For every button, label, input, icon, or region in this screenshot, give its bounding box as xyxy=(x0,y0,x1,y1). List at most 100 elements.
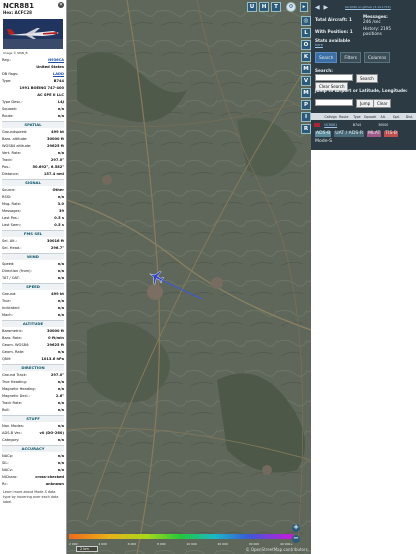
field-value: AC SPE II LLC xyxy=(37,93,64,97)
map-button-i[interactable]: I xyxy=(301,112,311,122)
altitude-legend-ticks: 2 000 4 000 6 000 8 000 10 000 20 000 30 000 40… xyxy=(69,542,293,546)
field-value: n/a xyxy=(57,408,64,412)
field-label: Baro. Rate: xyxy=(2,336,22,340)
map-button-m[interactable]: M xyxy=(301,64,311,74)
map-button-l[interactable]: L xyxy=(301,28,311,38)
field-label: Sel. Alt.: xyxy=(2,239,17,243)
altitude-tick: 40 000+ xyxy=(279,542,293,546)
field-value: 297.0° xyxy=(50,158,64,162)
info-row: Speed: n/a xyxy=(2,261,64,268)
jump-label: Jump to Airport or Latitude, Longitude: xyxy=(315,88,408,93)
field-value: cross-checked xyxy=(35,475,64,479)
row-callsign[interactable]: NCR881 xyxy=(324,123,337,127)
column-header[interactable]: Spd. xyxy=(390,115,403,119)
field-label: Track: xyxy=(2,158,13,162)
map-attribution[interactable]: © OpenStreetMap contributors. xyxy=(246,547,309,552)
field-value: n/a xyxy=(57,468,64,472)
column-header[interactable]: Callsign xyxy=(324,115,337,119)
info-row: NACv: n/a xyxy=(2,467,64,474)
field-label: Indicated: xyxy=(2,306,20,310)
sidebar: ◀ ▶ tar1090 on github (3.14.1715) Total … xyxy=(311,0,416,554)
field-label: Ground Track: xyxy=(2,373,27,377)
section-header[interactable]: ACCURACY xyxy=(2,445,64,452)
info-row: NICbaro: cross-checked xyxy=(2,474,64,481)
section-header[interactable]: FMS SEL xyxy=(2,230,64,237)
column-header[interactable]: Route xyxy=(337,115,350,119)
field-value: B744 xyxy=(53,79,64,83)
settings-icon[interactable]: ⚙ xyxy=(286,2,296,12)
sidebar-toggle-icon[interactable]: ◀ ▶ xyxy=(315,4,329,11)
field-value: 499 kt xyxy=(51,292,64,296)
map-button-h[interactable]: H xyxy=(259,2,269,12)
field-value: 0.5 s xyxy=(54,216,64,220)
column-header[interactable]: Squawk xyxy=(364,115,377,119)
map-button-u[interactable]: U xyxy=(247,2,257,12)
section-header[interactable]: SPEED xyxy=(2,283,64,290)
section-header[interactable]: STUFF xyxy=(2,415,64,422)
field-label: RSSI: xyxy=(2,195,12,199)
info-row: NACp: n/a xyxy=(2,453,64,460)
map-button-r[interactable]: R xyxy=(301,124,311,134)
jump-button[interactable]: Jump xyxy=(356,99,375,108)
field-value: 297.0° xyxy=(50,373,64,377)
field-value: n/a xyxy=(57,313,64,317)
map-button-k[interactable]: K xyxy=(301,52,311,62)
field-value: United States xyxy=(36,65,64,69)
field-label: Last Seen: xyxy=(2,223,21,227)
stats-link[interactable]: here xyxy=(315,43,323,48)
field-label: Vert. Rate: xyxy=(2,151,22,155)
clear-button[interactable]: Clear xyxy=(373,99,392,108)
field-label: QNH: xyxy=(2,357,12,361)
info-row: Vert. Rate: n/a xyxy=(2,150,64,157)
section-header[interactable]: ALTITUDE xyxy=(2,320,64,327)
field-value: 29625 ft xyxy=(46,144,64,148)
jump-input[interactable] xyxy=(315,99,353,106)
tab-search[interactable]: Search xyxy=(315,52,338,63)
section-header[interactable]: SPATIAL xyxy=(2,121,64,128)
section-header[interactable]: DIRECTION xyxy=(2,364,64,371)
panel-toggle-icon[interactable]: ▸ xyxy=(300,2,308,12)
info-row: Category: n/a xyxy=(2,437,64,444)
tab-columns[interactable]: Columns xyxy=(363,52,391,63)
map-button-v[interactable]: V xyxy=(301,76,311,86)
version-link[interactable]: tar1090 on github (3.14.1715) xyxy=(345,5,391,9)
info-row: Magnetic Heading: n/a xyxy=(2,386,64,393)
search-button[interactable]: Search xyxy=(356,74,378,83)
field-value[interactable]: N936CA xyxy=(48,57,64,64)
column-header[interactable]: Type xyxy=(350,115,363,119)
field-label: Magnetic Decl.: xyxy=(2,394,30,398)
history-unit: positions xyxy=(363,31,382,36)
column-header[interactable]: Alt. xyxy=(377,115,390,119)
zoom-in-button[interactable]: + xyxy=(292,524,300,532)
map-button-center[interactable]: ◎ xyxy=(301,16,311,26)
search-input[interactable] xyxy=(315,74,353,81)
section-header[interactable]: WIND xyxy=(2,253,64,260)
column-header[interactable]: Dist. xyxy=(403,115,416,119)
map-canvas xyxy=(67,0,311,554)
info-header: NCR881 Hex: ACFC28 ✕ xyxy=(0,0,66,15)
field-label: Sel. Head.: xyxy=(2,246,22,250)
field-label: Roll: xyxy=(2,408,10,412)
section-header[interactable]: SIGNAL xyxy=(2,179,64,186)
aircraft-photo[interactable] xyxy=(3,19,63,49)
field-value: n/a xyxy=(57,299,64,303)
field-label: Nav. Modes: xyxy=(2,424,24,428)
map-button-t[interactable]: T xyxy=(271,2,281,12)
callsign-title: NCR881 xyxy=(3,2,34,10)
info-row: SIL: n/a xyxy=(2,460,64,467)
source-badge: UAT / ADS-R xyxy=(334,131,365,137)
zoom-out-button[interactable]: − xyxy=(292,535,300,543)
field-value[interactable]: LADD xyxy=(53,71,64,78)
map-button-p[interactable]: P xyxy=(301,100,311,110)
field-label: Distance: xyxy=(2,172,19,176)
info-row: QNH: 1013.6 hPa xyxy=(2,356,64,363)
field-value: 499 kt xyxy=(51,130,64,134)
field-label: Type Desc.: xyxy=(2,100,23,104)
tab-filters[interactable]: Filters xyxy=(340,52,361,63)
table-row[interactable]: NCR881 B744 30000 xyxy=(311,121,416,128)
info-row: True Heading: n/a xyxy=(2,379,64,386)
close-icon[interactable]: ✕ xyxy=(58,2,64,8)
map-button-m2[interactable]: M xyxy=(301,88,311,98)
map-view[interactable]: U H T ⚙ ▸ ◎ L O K M V M P I R + − 2 000 4 000 6 000… xyxy=(67,0,311,554)
map-button-o[interactable]: O xyxy=(301,40,311,50)
